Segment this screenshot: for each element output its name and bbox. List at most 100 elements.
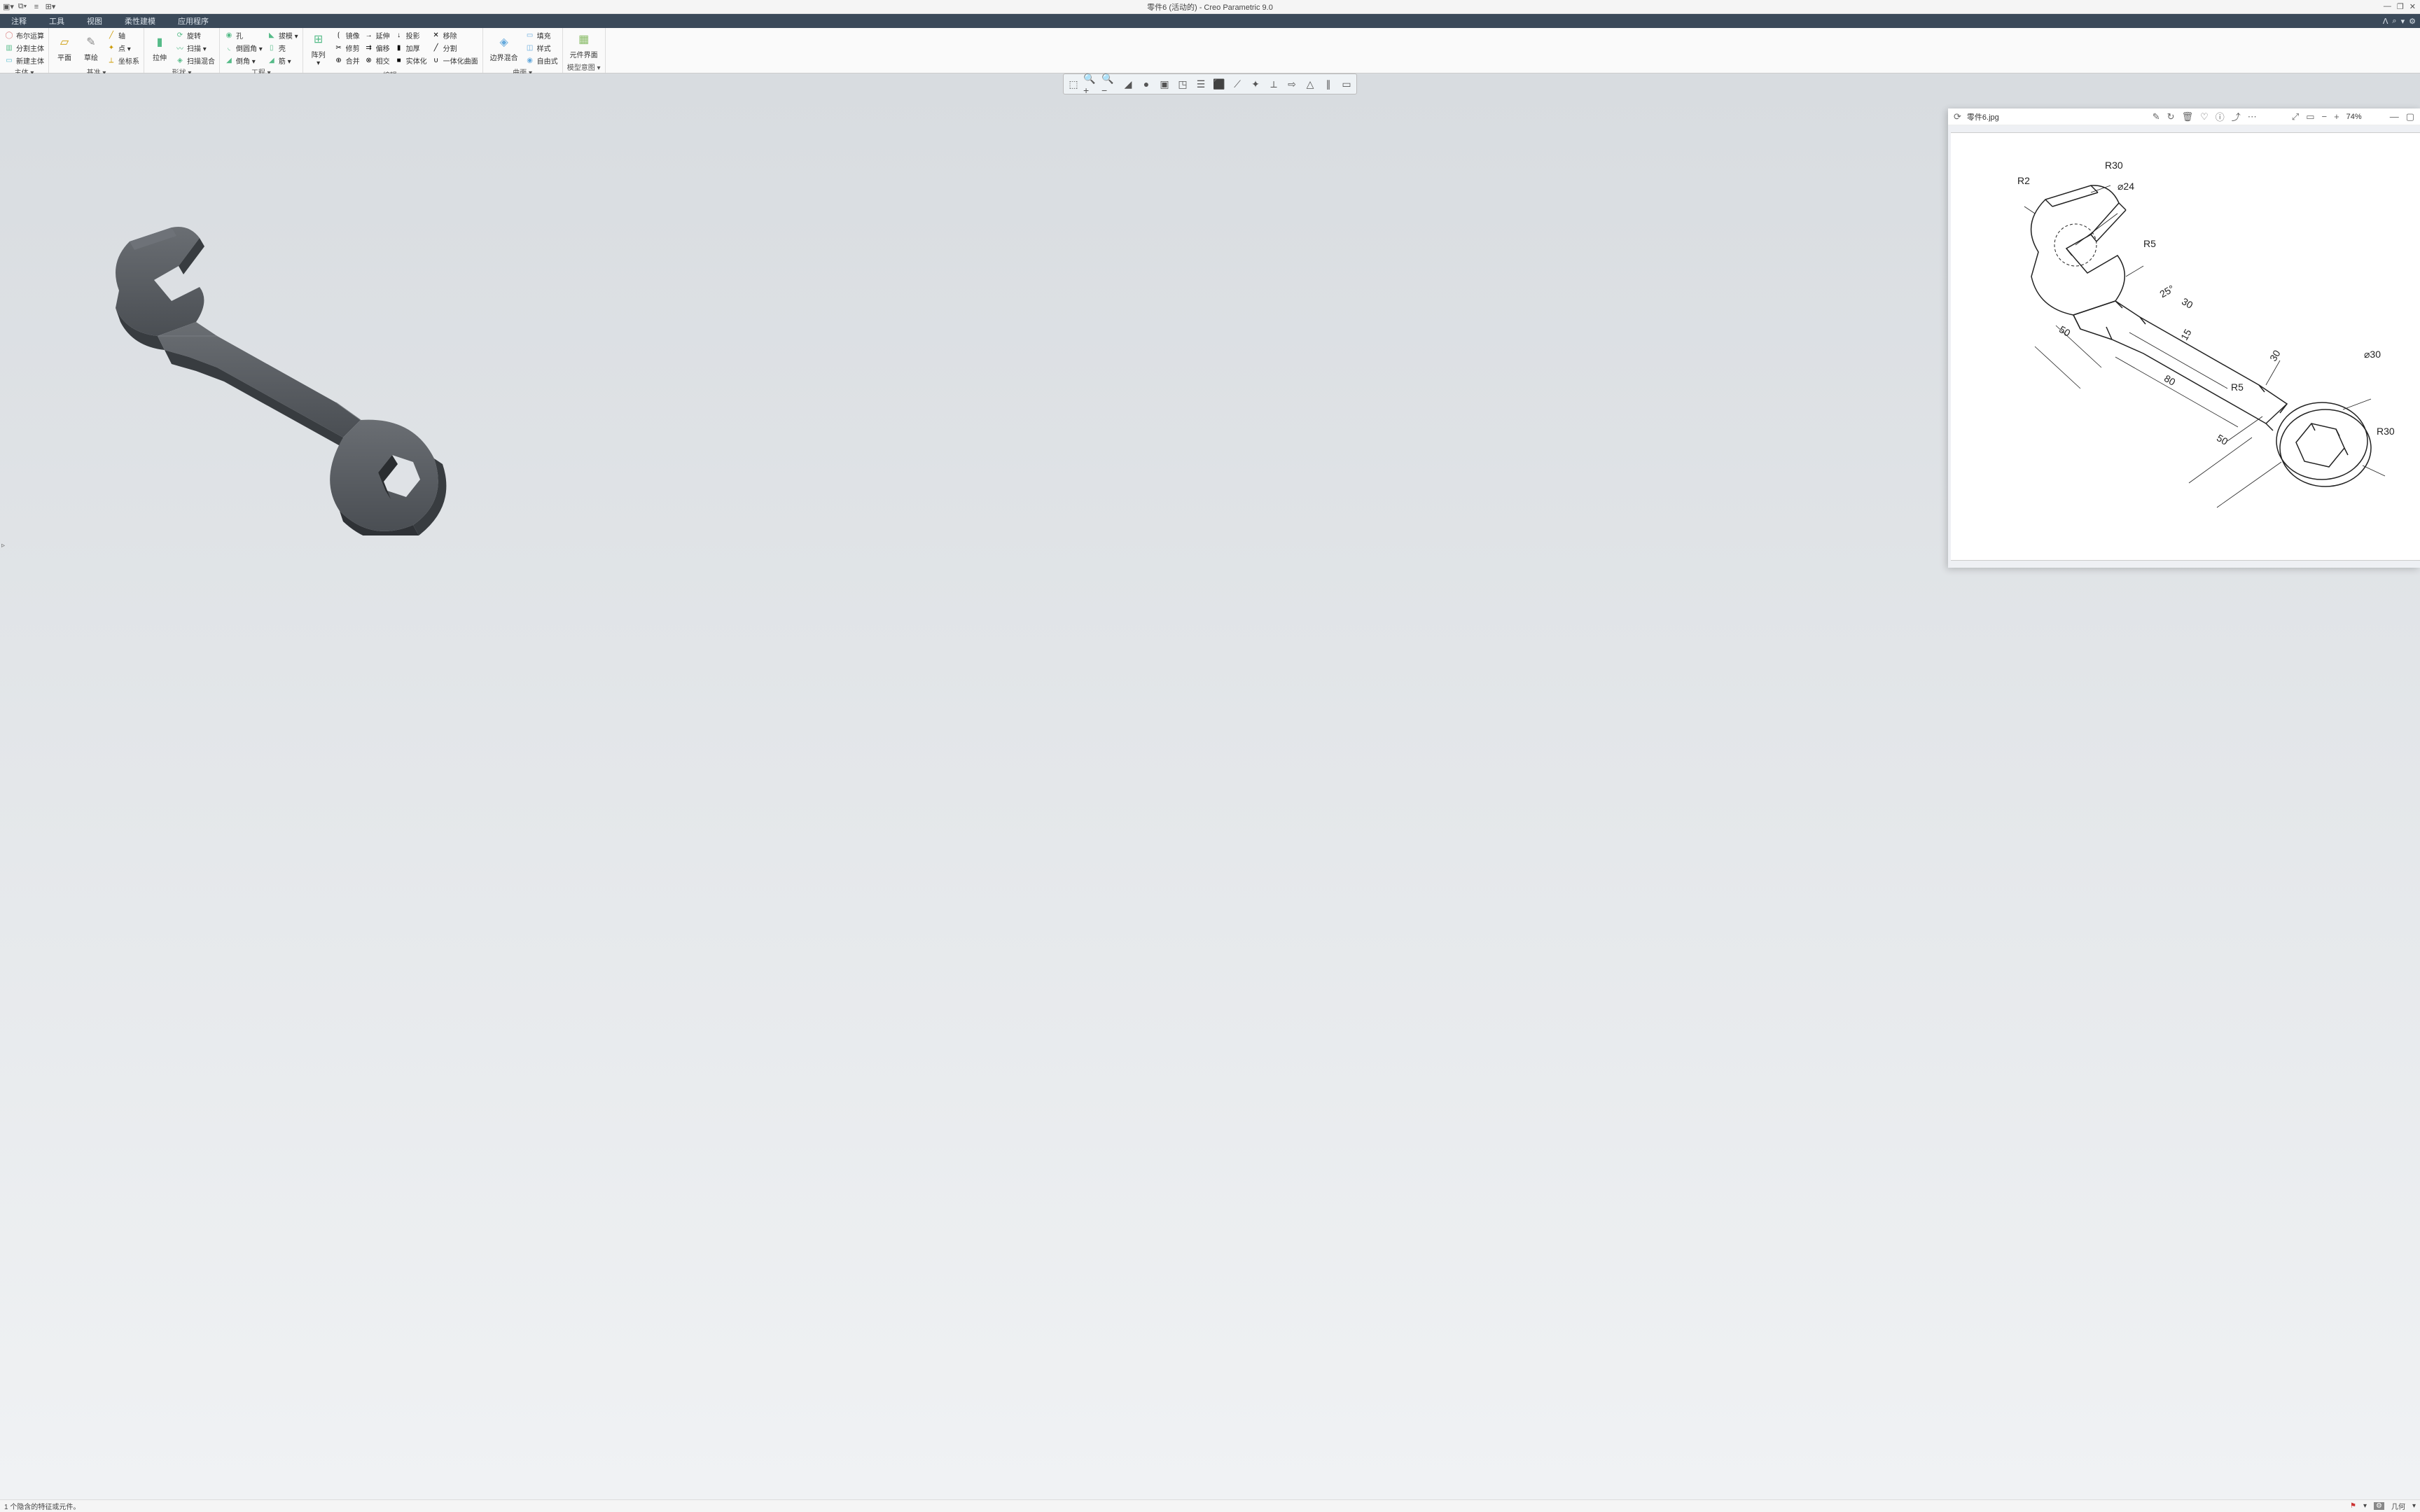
quick-access-toolbar: ▣▾ ⧉▾ ≡ ⊞▾ <box>0 1 56 13</box>
dim-r2: R2 <box>2017 175 2030 186</box>
iv-info-icon[interactable]: ⓘ <box>2216 110 2225 123</box>
iv-refresh-icon[interactable]: ⟳ <box>1954 111 1961 122</box>
round-button[interactable]: ◟倒圆角 ▾ <box>224 42 263 53</box>
zoom-in-icon[interactable]: 🔍+ <box>1083 76 1100 92</box>
tab-flexible[interactable]: 柔性建模 <box>113 14 167 28</box>
bool-button[interactable]: ◯布尔运算 <box>4 29 44 41</box>
qat-more-icon[interactable]: ⊞▾ <box>45 1 56 13</box>
settings-icon[interactable]: ⚙ <box>2409 17 2416 26</box>
group-edit: ⊞阵列 ▾ ⟮镜像 ✂修剪 ⊕合并 →延伸 ⇉偏移 ⊗相交 ↓投影 ▮加厚 ■实… <box>303 28 483 73</box>
pause-icon[interactable]: ∥ <box>1320 76 1337 92</box>
status-geom-label[interactable]: 几何 <box>2391 1501 2405 1511</box>
iv-fullscreen-icon[interactable]: ⤢ <box>2292 111 2299 122</box>
shade-icon[interactable]: ● <box>1138 76 1155 92</box>
merge-button[interactable]: ⊕合并 <box>334 55 360 66</box>
status-dropdown-icon[interactable]: ▾ <box>2412 1502 2416 1510</box>
shell-button[interactable]: ▯壳 <box>267 42 298 53</box>
freestyle-button[interactable]: ◉自由式 <box>525 55 558 66</box>
draft-button[interactable]: ◣拔模 ▾ <box>267 29 298 41</box>
trim-button[interactable]: ✂修剪 <box>334 42 360 53</box>
start-hint-icon: ▹ <box>1 542 5 550</box>
split-button[interactable]: ╱分割 <box>431 42 478 53</box>
minimize-button[interactable]: — <box>2384 2 2391 11</box>
stop-icon[interactable]: ▭ <box>1338 76 1355 92</box>
saved-views-icon[interactable]: ◳ <box>1174 76 1191 92</box>
iv-delete-icon[interactable]: 🗑 <box>2182 111 2194 122</box>
intersect-button[interactable]: ⊗相交 <box>364 55 390 66</box>
point-button[interactable]: ✦点 ▾ <box>106 42 139 53</box>
display-style-icon[interactable]: ▣ <box>1156 76 1173 92</box>
fill-button[interactable]: ▭填充 <box>525 29 558 41</box>
repaint-icon[interactable]: ◢ <box>1120 76 1136 92</box>
new-body-button[interactable]: ▭新建主体 <box>4 55 44 66</box>
pattern-button[interactable]: ⊞阵列 ▾ <box>307 29 330 69</box>
tab-view[interactable]: 视图 <box>76 14 113 28</box>
iv-more-icon[interactable]: ⋯ <box>2248 111 2257 122</box>
iv-zoom-out-icon[interactable]: − <box>2321 111 2327 122</box>
iv-fit-icon[interactable]: ▭ <box>2306 111 2314 122</box>
iv-zoom-in-icon[interactable]: + <box>2334 111 2339 122</box>
plane-button[interactable]: ▱平面 <box>53 29 76 66</box>
style-button[interactable]: ◫样式 <box>525 42 558 53</box>
sweep-button[interactable]: 〰扫描 ▾ <box>175 42 215 53</box>
status-filter-icon[interactable]: ⚙ <box>2374 1502 2384 1510</box>
qat-open-icon[interactable]: ⧉▾ <box>17 1 28 13</box>
thicken-button[interactable]: ▮加厚 <box>394 42 427 53</box>
status-bar: 1 个隐含的特征或元件。 ⚑ ▾ ⚙ 几何 ▾ <box>0 1499 2420 1512</box>
window-buttons: — ❐ ✕ <box>2384 2 2420 11</box>
swept-blend-button[interactable]: ◈扫描混合 <box>175 55 215 66</box>
revolve-button[interactable]: ⟳旋转 <box>175 29 215 41</box>
solidify-button[interactable]: ■实体化 <box>394 55 427 66</box>
iv-share-icon[interactable]: ⤴ <box>2232 110 2241 123</box>
sketch-button[interactable]: ✎草绘 <box>80 29 102 66</box>
iv-rotate-icon[interactable]: ↻ <box>2167 111 2175 122</box>
tab-annotate[interactable]: 注释 <box>0 14 38 28</box>
offset-button[interactable]: ⇉偏移 <box>364 42 390 53</box>
view-toolbar: ⬚ 🔍+ 🔍− ◢ ● ▣ ◳ ☰ ⬛ ⟋ ✦ ⟂ ⇨ △ ∥ ▭ <box>1063 74 1357 94</box>
group-intent-label: 模型意图 ▾ <box>567 61 601 73</box>
qat-new-icon[interactable]: ▣▾ <box>3 1 14 13</box>
solid-display-icon[interactable]: ⬛ <box>1211 76 1228 92</box>
iv-maximize-icon[interactable]: ▢ <box>2406 111 2414 122</box>
zoom-out-icon[interactable]: 🔍− <box>1101 76 1118 92</box>
component-interface-button[interactable]: ▦元件界面 <box>567 29 601 61</box>
annotation-display-icon[interactable]: ⇨ <box>1284 76 1300 92</box>
axis-button[interactable]: ╱轴 <box>106 29 139 41</box>
split-body-button[interactable]: ▥分割主体 <box>4 42 44 53</box>
csys-display-icon[interactable]: ⟂ <box>1265 76 1282 92</box>
iv-edit-icon[interactable]: ✎ <box>2153 111 2160 122</box>
layers-icon[interactable]: ☰ <box>1192 76 1209 92</box>
point-display-icon[interactable]: ✦ <box>1247 76 1264 92</box>
tab-applications[interactable]: 应用程序 <box>167 14 220 28</box>
iv-body[interactable]: R30 R2 ⌀24 R5 25° 30 50 15 80 R5 50 ⌀30 … <box>1948 125 2420 568</box>
extrude-button[interactable]: ▮拉伸 <box>148 29 171 66</box>
boundary-blend-button[interactable]: ◈边界混合 <box>487 29 521 66</box>
dropdown-icon[interactable]: ▾ <box>2401 17 2405 26</box>
project-button[interactable]: ↓投影 <box>394 29 427 41</box>
unify-button[interactable]: ∪一体化曲面 <box>431 55 478 66</box>
csys-button[interactable]: ⟂坐标系 <box>106 55 139 66</box>
search-icon[interactable]: ⌕ <box>2392 17 2396 26</box>
status-flag-icon[interactable]: ⚑ <box>2350 1502 2356 1510</box>
axis-display-icon[interactable]: ⟋ <box>1229 76 1246 92</box>
tab-tools[interactable]: 工具 <box>38 14 76 28</box>
spin-center-icon[interactable]: △ <box>1302 76 1319 92</box>
rib-button[interactable]: ◢筋 ▾ <box>267 55 298 66</box>
group-surface: ◈边界混合 ▭填充 ◫样式 ◉自由式 曲面 ▾ <box>483 28 563 73</box>
refit-icon[interactable]: ⬚ <box>1065 76 1082 92</box>
close-button[interactable]: ✕ <box>2409 2 2416 11</box>
group-engineering: ◉孔 ◟倒圆角 ▾ ◢倒角 ▾ ◣拔模 ▾ ▯壳 ◢筋 ▾ 工程 ▾ <box>220 28 303 73</box>
status-select-icon[interactable]: ▾ <box>2363 1502 2367 1510</box>
qat-save-icon[interactable]: ≡ <box>31 1 42 13</box>
iv-favorite-icon[interactable]: ♡ <box>2200 111 2209 122</box>
mirror-button[interactable]: ⟮镜像 <box>334 29 360 41</box>
iv-minimize-icon[interactable]: — <box>2390 111 2399 122</box>
extend-button[interactable]: →延伸 <box>364 29 390 41</box>
hole-button[interactable]: ◉孔 <box>224 29 263 41</box>
restore-button[interactable]: ❐ <box>2397 2 2404 11</box>
collapse-ribbon-icon[interactable]: ᐱ <box>2383 17 2388 26</box>
group-datum: ▱平面 ✎草绘 ╱轴 ✦点 ▾ ⟂坐标系 基准 ▾ <box>49 28 144 73</box>
chamfer-button[interactable]: ◢倒角 ▾ <box>224 55 263 66</box>
remove-button[interactable]: ✕移除 <box>431 29 478 41</box>
menubar-right: ᐱ ⌕ ▾ ⚙ <box>2383 17 2420 26</box>
